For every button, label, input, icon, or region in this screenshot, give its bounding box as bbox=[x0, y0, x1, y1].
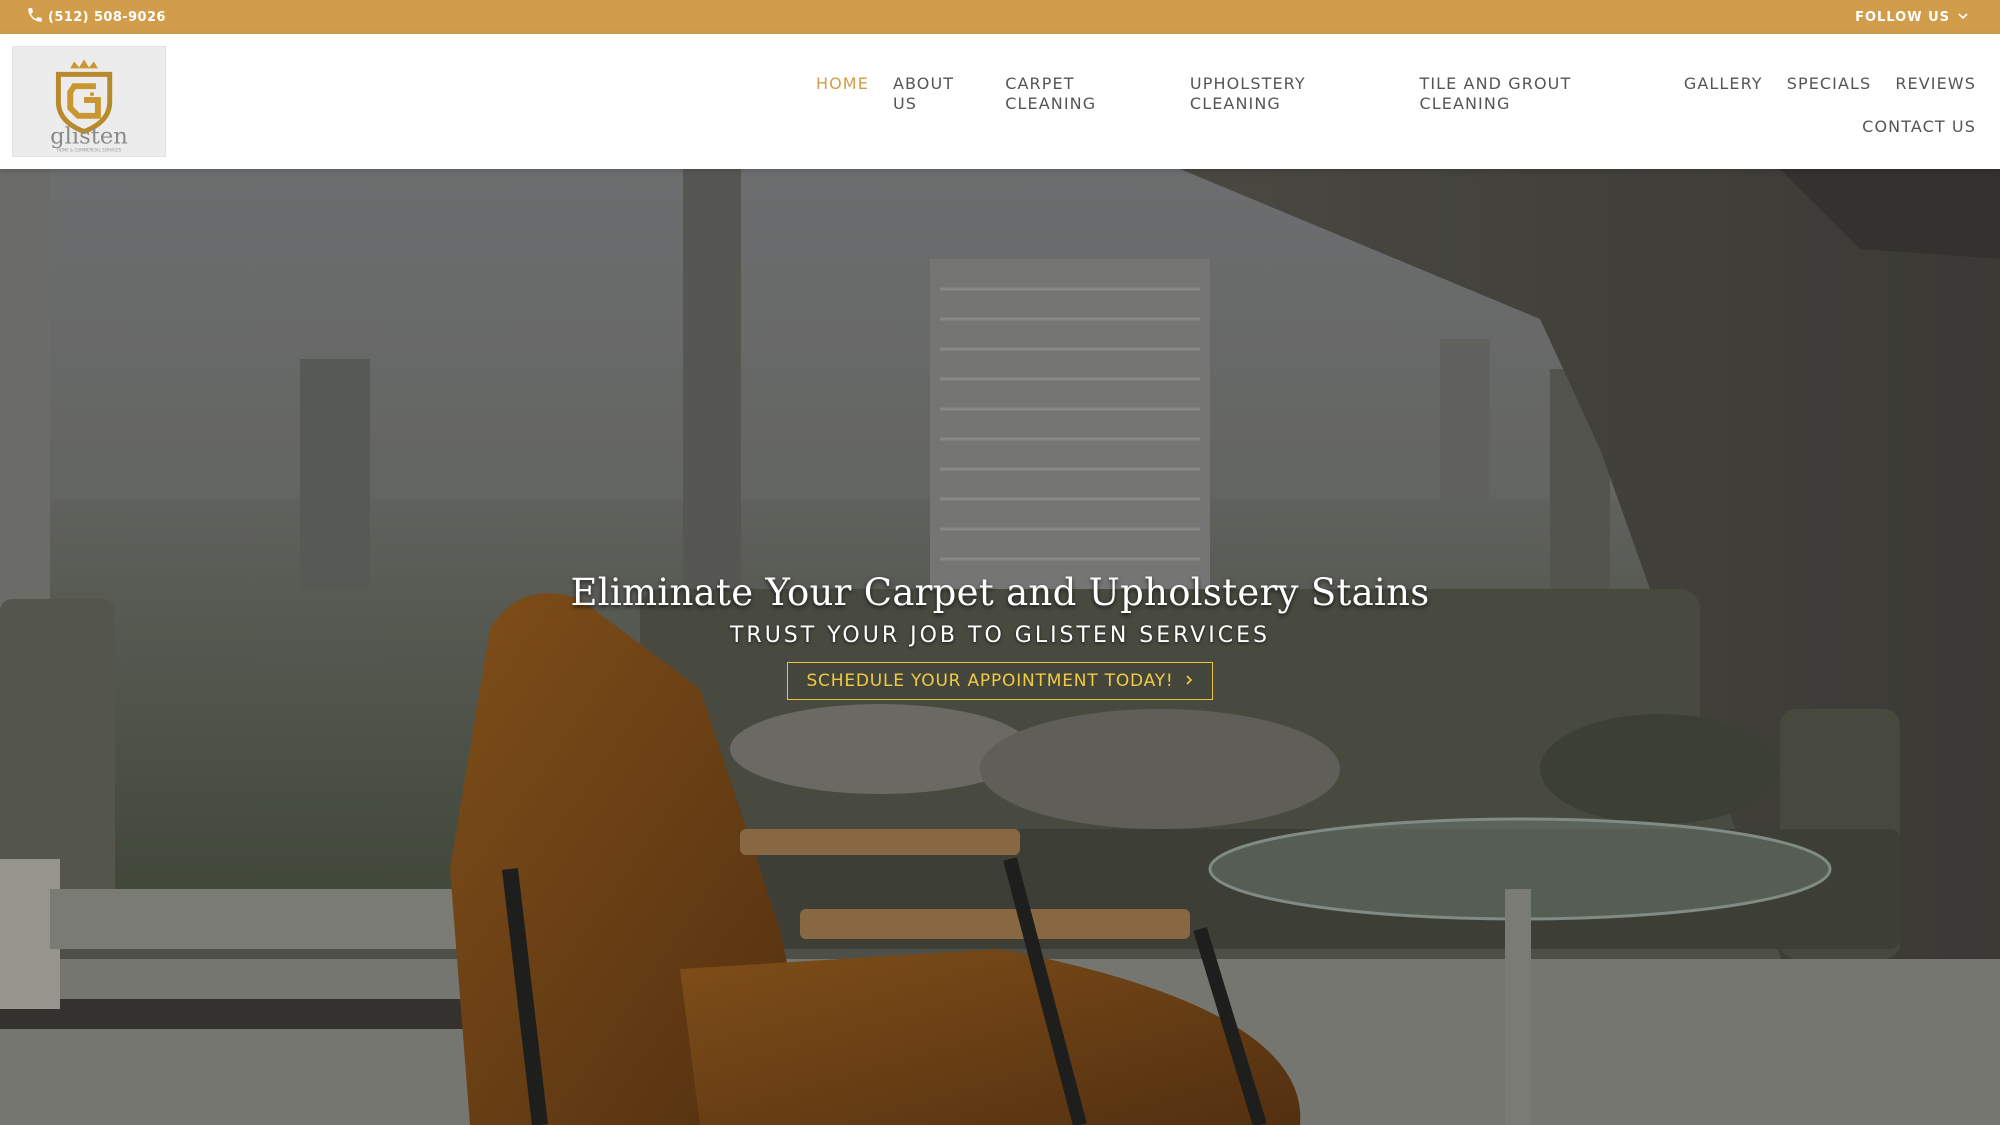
follow-us-dropdown[interactable]: FOLLOW US bbox=[1855, 10, 1968, 25]
logo-wordmark: glisten bbox=[50, 123, 128, 149]
site-logo[interactable]: glisten HOME & COMMERCIAL SERVICES bbox=[12, 46, 166, 157]
nav-home[interactable]: HOME bbox=[816, 74, 869, 117]
logo-tagline: HOME & COMMERCIAL SERVICES bbox=[57, 147, 122, 152]
nav-contact-us[interactable]: CONTACT US bbox=[1862, 117, 1976, 160]
hero-subtitle: TRUST YOUR JOB TO GLISTEN SERVICES bbox=[729, 623, 1271, 648]
schedule-appointment-button[interactable]: SCHEDULE YOUR APPOINTMENT TODAY! bbox=[787, 662, 1213, 700]
main-nav: HOME ABOUT US CARPET CLEANING UPHOLSTERY… bbox=[816, 74, 1976, 160]
site-header: glisten HOME & COMMERCIAL SERVICES HOME … bbox=[0, 34, 2000, 169]
top-bar: (512) 508-9026 FOLLOW US bbox=[0, 0, 2000, 34]
phone-number: (512) 508-9026 bbox=[48, 9, 166, 25]
nav-row-1: HOME ABOUT US CARPET CLEANING UPHOLSTERY… bbox=[816, 74, 1976, 117]
phone-icon bbox=[26, 6, 44, 28]
nav-gallery[interactable]: GALLERY bbox=[1684, 74, 1763, 117]
nav-upholstery-cleaning[interactable]: UPHOLSTERY CLEANING bbox=[1190, 74, 1396, 117]
follow-us-label: FOLLOW US bbox=[1855, 9, 1950, 25]
nav-tile-grout-cleaning[interactable]: TILE AND GROUT CLEANING bbox=[1419, 74, 1659, 117]
nav-carpet-cleaning[interactable]: CARPET CLEANING bbox=[1005, 74, 1166, 117]
hero-section: Eliminate Your Carpet and Upholstery Sta… bbox=[0, 169, 2000, 1125]
hero-title: Eliminate Your Carpet and Upholstery Sta… bbox=[570, 571, 1430, 614]
chevron-right-icon bbox=[1184, 671, 1194, 691]
nav-specials[interactable]: SPECIALS bbox=[1787, 74, 1872, 117]
nav-row-2: CONTACT US bbox=[816, 117, 1976, 160]
nav-reviews[interactable]: REVIEWS bbox=[1895, 74, 1976, 117]
hero-content: Eliminate Your Carpet and Upholstery Sta… bbox=[0, 569, 2000, 700]
glisten-logo-icon: glisten HOME & COMMERCIAL SERVICES bbox=[13, 46, 165, 157]
phone-link[interactable]: (512) 508-9026 bbox=[26, 6, 166, 28]
cta-label: SCHEDULE YOUR APPOINTMENT TODAY! bbox=[806, 671, 1174, 691]
chevron-down-icon bbox=[1958, 10, 1968, 25]
nav-about-us[interactable]: ABOUT US bbox=[893, 74, 981, 117]
